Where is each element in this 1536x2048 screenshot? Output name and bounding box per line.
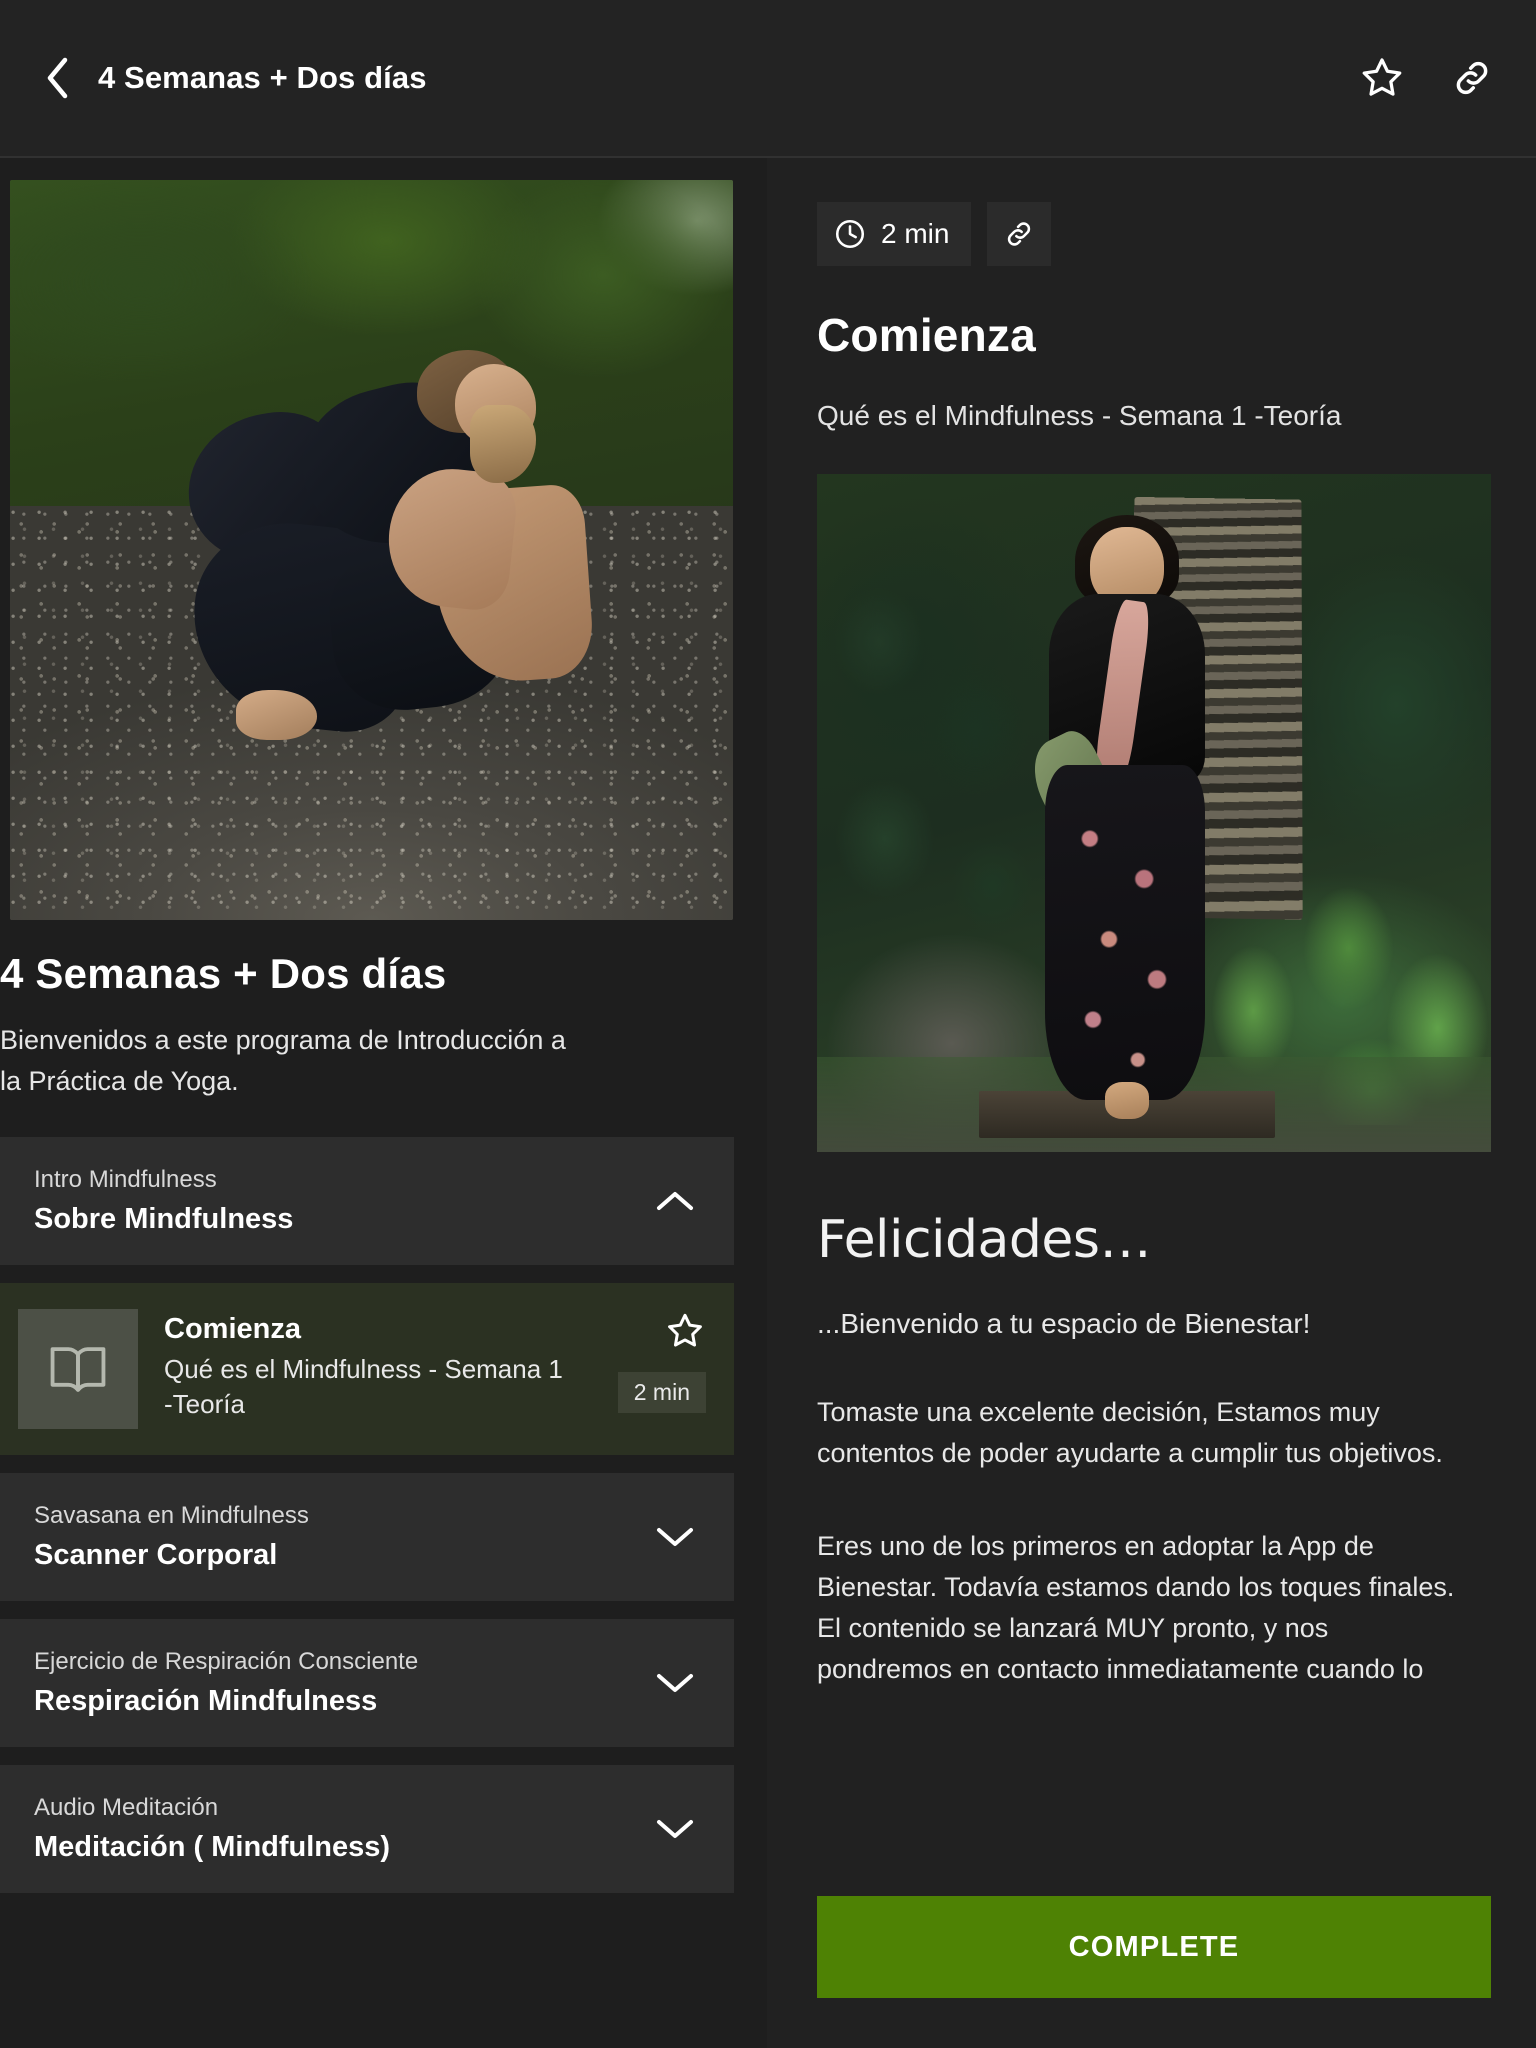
book-icon	[50, 1347, 106, 1393]
lesson-favorite-button[interactable]	[664, 1311, 706, 1356]
page-title: 4 Semanas + Dos días	[98, 60, 427, 95]
duration-label: 2 min	[881, 218, 950, 249]
lesson-duration-chip: 2 min	[817, 202, 972, 266]
accordion-text: Ejercicio de Respiración Consciente Resp…	[34, 1646, 652, 1720]
accordion-text: Audio Meditación Meditación ( Mindfulnes…	[34, 1792, 652, 1866]
course-sidebar: 4 Semanas + Dos días Bienvenidos a este …	[0, 158, 767, 2048]
section-title: Respiración Mindfulness	[34, 1684, 378, 1717]
share-link-button[interactable]	[1446, 52, 1498, 104]
lesson-duration-badge: 2 min	[617, 1372, 706, 1414]
lesson-text: Comienza Qué es el Mindfulness - Semana …	[164, 1309, 596, 1421]
lesson-subtitle: Qué es el Mindfulness - Semana 1 -Teoría	[164, 1353, 563, 1419]
app-root: 4 Semanas + Dos días 4 Semanas + Dos día…	[0, 0, 1536, 2048]
section-subtitle: Ejercicio de Respiración Consciente	[34, 1648, 419, 1676]
lesson-meta-row: 2 min	[817, 202, 1474, 266]
lesson-title: Comienza	[164, 1313, 301, 1346]
top-bar-actions	[1356, 52, 1498, 104]
lesson-row-comienza[interactable]: Comienza Qué es el Mindfulness - Semana …	[0, 1283, 734, 1456]
course-description: Bienvenidos a este programa de Introducc…	[0, 1025, 566, 1096]
chevron-down-icon[interactable]	[652, 1660, 698, 1706]
content-lead: ...Bienvenido a tu espacio de Bienestar!	[817, 1308, 1311, 1339]
top-bar: 4 Semanas + Dos días	[0, 0, 1536, 158]
link-icon	[1456, 61, 1488, 95]
content-heading: Felicidades…	[817, 1210, 1151, 1270]
section-title: Meditación ( Mindfulness)	[34, 1830, 391, 1863]
link-icon	[1008, 222, 1031, 246]
favorite-button[interactable]	[1356, 52, 1408, 104]
lesson-meta: 2 min	[596, 1309, 706, 1414]
course-accordion: Intro Mindfulness Sobre Mindfulness Comi…	[0, 1137, 767, 1894]
accordion-section-respiracion-mindfulness[interactable]: Ejercicio de Respiración Consciente Resp…	[0, 1619, 734, 1748]
chevron-down-icon[interactable]	[652, 1514, 698, 1560]
lesson-thumbnail	[18, 1309, 138, 1430]
main-body: 4 Semanas + Dos días Bienvenidos a este …	[0, 158, 1536, 2048]
section-title: Scanner Corporal	[34, 1538, 278, 1571]
hero-image-wrap	[0, 158, 767, 920]
chevron-left-icon	[47, 57, 68, 99]
section-subtitle: Audio Meditación	[34, 1794, 219, 1822]
star-outline-icon	[668, 1314, 702, 1347]
accordion-section-sobre-mindfulness[interactable]: Intro Mindfulness Sobre Mindfulness	[0, 1137, 734, 1266]
accordion-section-scanner-corporal[interactable]: Savasana en Mindfulness Scanner Corporal	[0, 1473, 734, 1602]
detail-lesson-subtitle: Qué es el Mindfulness - Semana 1 -Teoría	[817, 400, 1342, 431]
accordion-text: Intro Mindfulness Sobre Mindfulness	[34, 1164, 652, 1238]
course-hero-image	[10, 180, 733, 920]
lesson-link-button[interactable]	[987, 202, 1052, 266]
detail-lesson-title: Comienza	[817, 309, 1036, 361]
star-outline-icon	[1362, 58, 1402, 96]
complete-button[interactable]: COMPLETE	[817, 1896, 1491, 1998]
lesson-content-image	[817, 474, 1491, 1152]
chevron-down-icon[interactable]	[652, 1806, 698, 1852]
content-paragraph-1: Tomaste una excelente decisión, Estamos …	[817, 1397, 1443, 1469]
lesson-detail-panel: 2 min Comienza Qué es el Mindfulness - S…	[767, 158, 1536, 2048]
section-subtitle: Intro Mindfulness	[34, 1166, 217, 1194]
section-title: Sobre Mindfulness	[34, 1202, 294, 1235]
accordion-section-meditacion-mindfulness[interactable]: Audio Meditación Meditación ( Mindfulnes…	[0, 1765, 734, 1894]
clock-icon	[835, 219, 865, 249]
chevron-up-icon[interactable]	[652, 1178, 698, 1224]
course-title: 4 Semanas + Dos días	[0, 950, 447, 997]
content-paragraph-2: Eres uno de los primeros en adoptar la A…	[817, 1531, 1455, 1685]
back-button[interactable]	[34, 50, 80, 106]
section-subtitle: Savasana en Mindfulness	[34, 1502, 309, 1530]
accordion-text: Savasana en Mindfulness Scanner Corporal	[34, 1500, 652, 1574]
